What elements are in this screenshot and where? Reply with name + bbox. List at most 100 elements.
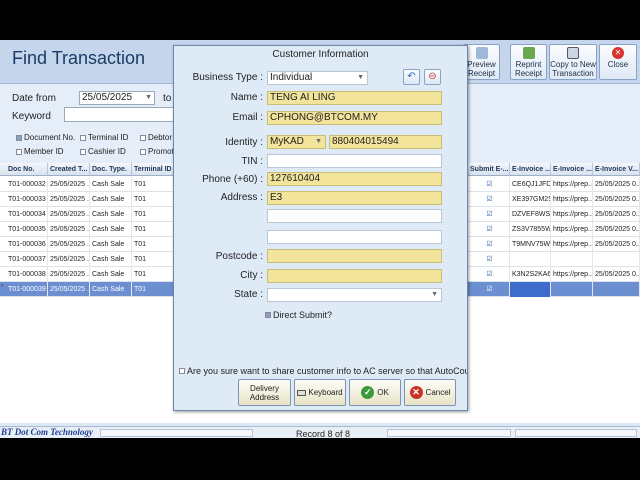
ok-button[interactable]: ✓ OK: [349, 379, 401, 406]
preview-icon: [475, 47, 488, 59]
search-clear-icon[interactable]: ⊖: [424, 69, 441, 85]
column-header[interactable]: E-Invoice ...: [551, 163, 593, 176]
table-cell: T01: [132, 282, 178, 297]
page-title: Find Transaction: [12, 48, 146, 68]
table-cell: 25/05/2025 ...: [48, 282, 90, 297]
name-label: Name :: [230, 92, 263, 103]
table-cell: ZS3V7855W...: [510, 222, 551, 237]
checkbox: [80, 149, 86, 155]
table-cell: ☑: [468, 252, 510, 267]
table-cell: 25/05/2025 ...: [48, 207, 90, 222]
brand-text: BT Dot Com Technology: [1, 427, 93, 437]
printer-icon: [522, 47, 535, 59]
checkbox-checked: [265, 312, 271, 318]
undo-icon[interactable]: ↶: [403, 69, 420, 85]
column-header[interactable]: E-Invoice ...: [510, 163, 551, 176]
table-cell: Cash Sale: [90, 222, 132, 237]
date-from-field[interactable]: 25/05/2025 ▼: [79, 91, 155, 105]
reprint-receipt-button[interactable]: Reprint Receipt: [510, 44, 547, 80]
table-cell: https://prep...: [551, 222, 593, 237]
table-cell: T01-000035: [0, 222, 48, 237]
copy-to-new-transaction-button[interactable]: Copy to New Transaction: [549, 44, 597, 80]
record-counter: Record 8 of 8: [296, 429, 351, 438]
checkbox: [16, 149, 22, 155]
table-cell: T01: [132, 267, 178, 282]
filter-check-cashier-id[interactable]: Cashier ID: [80, 147, 126, 156]
column-header[interactable]: E-Invoice V...: [593, 163, 640, 176]
preview-receipt-button[interactable]: Preview Receipt: [463, 44, 500, 80]
table-cell: 25/05/2025 0...: [593, 192, 640, 207]
close-button[interactable]: ✕ Close: [599, 44, 637, 80]
table-cell: K3N2S2KA6...: [510, 267, 551, 282]
city-label: City :: [240, 270, 263, 281]
checkbox-checked: [16, 135, 22, 141]
checkbox: [140, 149, 146, 155]
customer-information-dialog: Customer Information Business Type : Ind…: [173, 45, 468, 411]
table-cell: 25/05/2025 0...: [593, 207, 640, 222]
keyword-label: Keyword: [12, 111, 51, 122]
table-cell: Cash Sale: [90, 192, 132, 207]
table-cell: ☑: [468, 237, 510, 252]
identity-label: Identity :: [225, 137, 263, 148]
email-field[interactable]: CPHONG@BTCOM.MY: [267, 111, 442, 125]
table-cell: 25/05/2025 0...: [593, 237, 640, 252]
business-type-label: Business Type :: [192, 72, 263, 83]
name-field[interactable]: TENG AI LING: [267, 91, 442, 105]
column-header[interactable]: Terminal ID: [132, 163, 178, 176]
filter-check-terminal-id[interactable]: Terminal ID: [80, 133, 128, 142]
identity-number-field[interactable]: 880404015494: [329, 135, 442, 149]
email-label: Email :: [232, 112, 263, 123]
filter-check-promot[interactable]: Promot: [140, 147, 174, 156]
phone-label: Phone (+60) :: [202, 174, 263, 185]
checkbox: [179, 368, 185, 374]
chevron-down-icon: ▼: [315, 138, 322, 145]
cancel-icon: ✕: [409, 386, 423, 400]
column-header[interactable]: Doc. Type.: [90, 163, 132, 176]
column-header[interactable]: Doc No.: [0, 163, 48, 176]
city-field[interactable]: [267, 269, 442, 283]
direct-submit-checkbox[interactable]: Direct Submit?: [265, 310, 332, 320]
table-cell: Cash Sale: [90, 237, 132, 252]
table-cell: T01: [132, 192, 178, 207]
phone-field[interactable]: 127610404: [267, 172, 442, 186]
share-info-checkbox[interactable]: Are you sure want to share customer info…: [179, 366, 467, 376]
delivery-address-button[interactable]: Delivery Address: [238, 379, 291, 406]
filter-check-document-no[interactable]: Document No.: [16, 133, 75, 142]
dialog-title: Customer Information: [272, 49, 369, 60]
table-cell: [551, 282, 593, 297]
table-cell: ☑: [468, 207, 510, 222]
filter-check-member-id[interactable]: Member ID: [16, 147, 64, 156]
table-cell: [551, 252, 593, 267]
date-from-label: Date from: [12, 93, 56, 104]
status-bar: BT Dot Com Technology Record 8 of 8: [0, 426, 640, 438]
tin-field[interactable]: [267, 154, 442, 168]
table-cell: [510, 252, 551, 267]
date-to-label: to: [163, 93, 172, 104]
table-cell: [510, 282, 551, 297]
keyword-input[interactable]: [64, 107, 174, 122]
identity-type-select[interactable]: MyKAD ▼: [267, 135, 326, 149]
cancel-button[interactable]: ✕ Cancel: [404, 379, 456, 406]
business-type-select[interactable]: Individual ▼: [267, 71, 368, 85]
postcode-field[interactable]: [267, 249, 442, 263]
table-cell: 25/05/2025 0...: [593, 222, 640, 237]
keyboard-button[interactable]: Keyboard: [294, 379, 346, 406]
table-cell: T01-000034: [0, 207, 48, 222]
table-cell: T01: [132, 237, 178, 252]
postcode-label: Postcode :: [215, 251, 263, 262]
address-line-2[interactable]: [267, 209, 442, 223]
table-cell: T01: [132, 222, 178, 237]
table-cell: CE6QJ1JFD...: [510, 177, 551, 192]
table-cell: 25/05/2025 ...: [48, 237, 90, 252]
state-select[interactable]: ▼: [267, 288, 442, 302]
column-header[interactable]: Created T...: [48, 163, 90, 176]
column-header[interactable]: Submit E-...: [468, 163, 510, 176]
address-line-1[interactable]: E3: [267, 191, 442, 205]
chevron-down-icon: ▼: [357, 74, 364, 81]
address-label: Address :: [220, 192, 263, 203]
table-cell: T9MNV75W...: [510, 237, 551, 252]
address-line-3[interactable]: [267, 230, 442, 244]
status-panel: [100, 429, 253, 437]
table-cell: 25/05/2025 ...: [48, 177, 90, 192]
table-cell: DZVEF8WS9...: [510, 207, 551, 222]
